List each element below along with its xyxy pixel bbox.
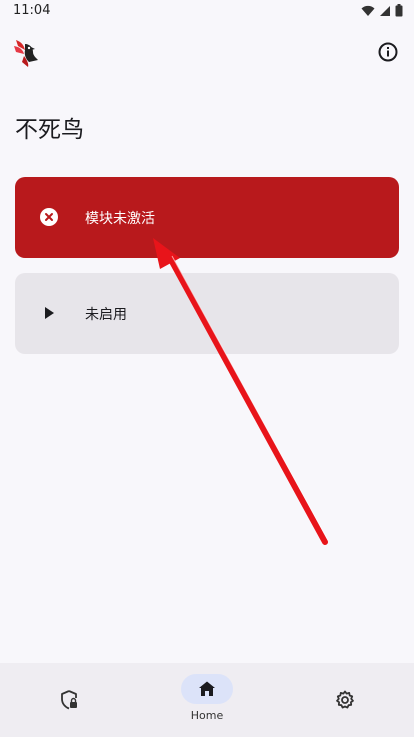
shield-lock-icon	[61, 690, 77, 710]
bottom-navigation: Home	[0, 663, 414, 737]
gear-icon	[336, 690, 354, 709]
signal-icon	[380, 5, 390, 16]
battery-icon	[395, 4, 403, 17]
info-button[interactable]	[376, 40, 400, 64]
app-logo	[12, 38, 40, 68]
nav-home-label: Home	[190, 709, 224, 722]
status-time: 11:04	[13, 3, 51, 18]
launch-label: 未启用	[85, 307, 127, 323]
status-bar: 11:04	[0, 0, 414, 24]
play-icon	[45, 307, 54, 319]
page-title: 不死鸟	[15, 117, 84, 143]
nav-home[interactable]: Home	[138, 663, 276, 737]
nav-scope[interactable]	[0, 663, 138, 737]
module-status-card[interactable]: 模块未激活	[15, 177, 399, 258]
info-icon	[378, 42, 398, 62]
status-icons	[361, 4, 403, 17]
module-status-label: 模块未激活	[85, 211, 155, 227]
home-icon	[199, 681, 215, 696]
nav-settings[interactable]	[276, 663, 414, 737]
error-icon	[40, 208, 58, 226]
wifi-icon	[361, 5, 375, 16]
launch-card[interactable]: 未启用	[15, 273, 399, 354]
